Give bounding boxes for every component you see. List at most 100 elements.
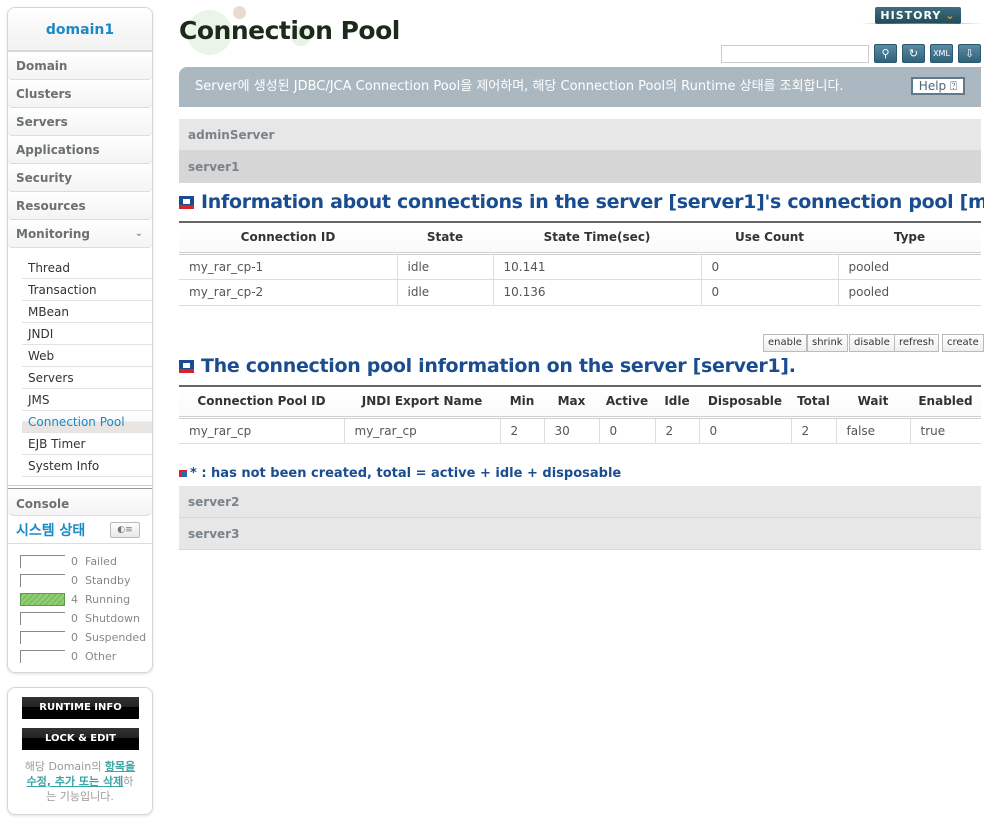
column-header: State <box>397 222 493 255</box>
sidebar-item-resources[interactable]: Resources <box>8 192 152 220</box>
status-count: 0 <box>71 555 78 568</box>
table-row[interactable]: my_rar_cp-1 idle 10.141 0 pooled <box>179 253 981 280</box>
table-row[interactable]: my_rar_cp my_rar_cp 2 30 0 2 0 2 false t… <box>179 417 981 444</box>
chevron-down-icon: ⌄ <box>945 9 956 22</box>
cell-pool-id: my_rar_cp <box>179 417 344 444</box>
submenu-item-transaction[interactable]: Transaction <box>22 279 152 301</box>
status-row-running: 4 Running <box>20 590 152 609</box>
status-label: Standby <box>85 574 131 587</box>
submenu-item-system-info[interactable]: System Info <box>22 455 152 477</box>
cell-max: 30 <box>543 417 599 444</box>
status-row-standby: 0 Standby <box>20 571 152 590</box>
history-button[interactable]: HISTORY ⌄ <box>875 7 961 24</box>
table-header-row: Connection ID State State Time(sec) Use … <box>179 222 981 255</box>
xml-export-icon: XML <box>933 49 950 58</box>
status-label: Failed <box>85 555 117 568</box>
status-label: Other <box>85 650 117 663</box>
cell-state-time: 10.141 <box>492 253 701 280</box>
description-bar: Server에 생성된 JDBC/JCA Connection Pool을 제어… <box>179 67 981 107</box>
column-header: Use Count <box>701 222 838 255</box>
submenu-item-servers[interactable]: Servers <box>22 367 152 389</box>
refresh-button[interactable]: ↻ <box>902 44 925 63</box>
runtime-info-button[interactable]: RUNTIME INFO <box>22 697 139 719</box>
status-count: 0 <box>71 574 78 587</box>
section-title-text: Information about connections in the ser… <box>201 191 984 213</box>
server-row-server3[interactable]: server3 <box>179 518 981 550</box>
help-label: Help <box>918 79 947 93</box>
cell-connection-id: my_rar_cp-1 <box>179 253 397 280</box>
description-text: Server에 생성된 JDBC/JCA Connection Pool을 제어… <box>195 79 844 94</box>
lock-edit-button[interactable]: LOCK & EDIT <box>22 728 139 750</box>
table-row[interactable]: my_rar_cp-2 idle 10.136 0 pooled <box>179 279 981 306</box>
column-header: Connection ID <box>179 222 397 255</box>
disable-button[interactable]: disable <box>849 334 895 352</box>
status-label: Suspended <box>85 631 147 644</box>
create-button[interactable]: create <box>942 334 984 352</box>
section-bullet-icon <box>179 196 194 209</box>
note-bullet-icon <box>179 470 187 477</box>
page-title: Connection Pool <box>179 16 400 45</box>
status-bar <box>20 631 65 644</box>
cell-connection-id: my_rar_cp-2 <box>179 279 397 306</box>
cell-use-count: 0 <box>700 253 838 280</box>
sidebar-item-applications[interactable]: Applications <box>8 136 152 164</box>
section-title-text: The connection pool information on the s… <box>201 355 796 377</box>
legend-note: * : has not been created, total = active… <box>179 466 621 481</box>
xml-import-icon: ⇩ <box>964 47 975 60</box>
submenu-item-thread[interactable]: Thread <box>22 257 152 279</box>
status-bar <box>20 650 65 663</box>
connections-section-title: Information about connections in the ser… <box>179 191 984 213</box>
cell-wait: false <box>835 417 910 444</box>
shrink-button[interactable]: shrink <box>807 334 848 352</box>
sidebar-item-security[interactable]: Security <box>8 164 152 192</box>
refresh-pool-button[interactable]: refresh <box>894 334 940 352</box>
cell-idle: 2 <box>654 417 699 444</box>
status-row-suspended: 0 Suspended <box>20 628 152 647</box>
search-button[interactable]: ⚲ <box>874 44 897 63</box>
column-header: Wait <box>836 386 910 419</box>
submenu-item-jms[interactable]: JMS <box>22 389 152 411</box>
submenu-item-jndi[interactable]: JNDI <box>22 323 152 345</box>
toggle-icon: ◐≡ <box>117 525 133 535</box>
status-count: 0 <box>71 650 78 663</box>
history-divider <box>859 23 984 24</box>
submenu-item-connection-pool[interactable]: Connection Pool <box>22 411 152 433</box>
column-header: Active <box>599 386 655 419</box>
status-bar <box>20 612 65 625</box>
chevron-down-icon: ⌄ <box>134 228 143 239</box>
import-button[interactable]: ⇩ <box>958 44 981 63</box>
sidebar-item-clusters[interactable]: Clusters <box>8 80 152 108</box>
submenu-item-ejb-timer[interactable]: EJB Timer <box>22 433 152 455</box>
export-xml-button[interactable]: XML <box>930 44 953 63</box>
pool-table: Connection Pool ID JNDI Export Name Min … <box>179 385 981 444</box>
sidebar-item-domain[interactable]: Domain <box>8 52 152 80</box>
domain-title[interactable]: domain1 <box>8 8 152 52</box>
submenu-item-mbean[interactable]: MBean <box>22 301 152 323</box>
section-bullet-icon <box>179 360 194 373</box>
pool-section-title: The connection pool information on the s… <box>179 355 796 377</box>
server-row-adminserver[interactable]: adminServer <box>179 119 981 151</box>
help-button[interactable]: Help ⍰ <box>911 77 965 95</box>
status-row-other: 0 Other <box>20 647 152 666</box>
column-header: Max <box>544 386 599 419</box>
cell-state: idle <box>396 253 493 280</box>
status-row-shutdown: 0 Shutdown <box>20 609 152 628</box>
enable-button[interactable]: enable <box>763 334 807 352</box>
column-header: Idle <box>655 386 699 419</box>
cell-state: idle <box>396 279 493 306</box>
sidebar-item-servers[interactable]: Servers <box>8 108 152 136</box>
server-row-server2[interactable]: server2 <box>179 486 981 518</box>
toggle-status-button[interactable]: ◐≡ <box>110 522 140 538</box>
search-icon: ⚲ <box>881 47 890 60</box>
search-input[interactable] <box>721 45 869 63</box>
status-label: Running <box>85 593 131 606</box>
system-status-title: 시스템 상태 <box>16 523 86 539</box>
sidebar-item-console[interactable]: Console <box>8 488 152 516</box>
submenu-item-web[interactable]: Web <box>22 345 152 367</box>
status-row-failed: 0 Failed <box>20 552 152 571</box>
cell-total: 2 <box>790 417 836 444</box>
sidebar-item-monitoring[interactable]: Monitoring ⌄ <box>8 220 152 248</box>
server-row-server1[interactable]: server1 <box>179 151 981 183</box>
system-status-header: 시스템 상태 ◐≡ <box>8 516 152 544</box>
status-count: 0 <box>71 631 78 644</box>
